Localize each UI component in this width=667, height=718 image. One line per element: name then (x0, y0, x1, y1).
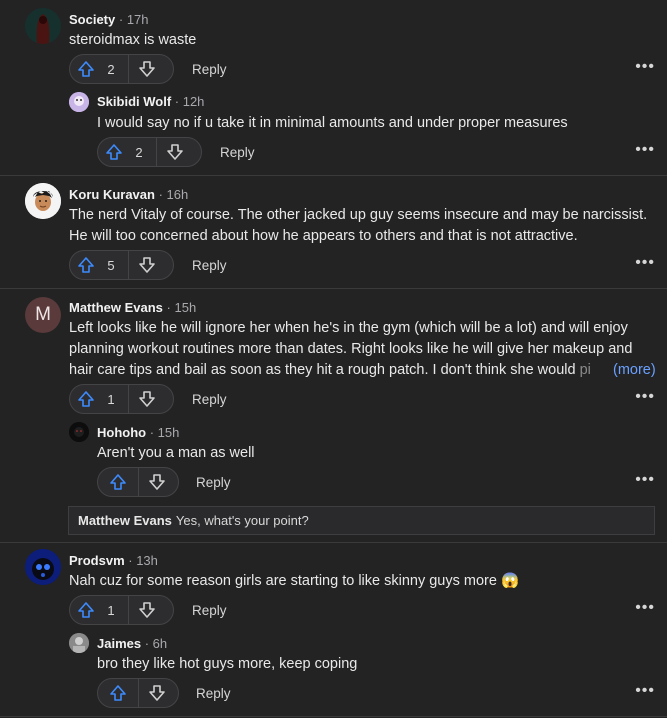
more-options-icon[interactable]: ••• (635, 682, 655, 700)
vote-count: 2 (107, 61, 115, 77)
downvote-icon[interactable] (157, 138, 193, 166)
avatar-letter: M (35, 304, 51, 325)
upvote-icon[interactable] (98, 679, 138, 707)
reply-header: Skibidi Wolf · 12h (97, 94, 205, 109)
timestamp: 6h (152, 636, 168, 651)
reply-button[interactable]: Reply (192, 603, 227, 618)
timestamp: 15h (157, 425, 180, 440)
avatar-society[interactable] (25, 8, 61, 44)
more-options-icon[interactable]: ••• (635, 471, 655, 489)
vote-count: 5 (107, 257, 115, 273)
vote-bar (97, 467, 179, 497)
upvote-icon[interactable] (70, 251, 102, 279)
timestamp: 13h (136, 553, 158, 568)
comment-text: Nah cuz for some reason girls are starti… (69, 571, 519, 592)
reply-button[interactable]: Reply (196, 475, 231, 490)
author-name[interactable]: Skibidi Wolf (97, 94, 171, 109)
author-name[interactable]: Society (69, 12, 115, 27)
avatar-jaimes[interactable] (69, 633, 89, 653)
vote-bar: 2 (97, 137, 202, 167)
timestamp: 15h (174, 300, 197, 315)
more-options-icon[interactable]: ••• (635, 254, 655, 272)
reply-button[interactable]: Reply (196, 686, 231, 701)
avatar-koru-kuravan[interactable] (25, 183, 61, 219)
divider (0, 716, 667, 717)
comment-text: Left looks like he will ignore her when … (69, 318, 659, 381)
timestamp: 12h (182, 94, 205, 109)
upvote-icon[interactable] (70, 596, 102, 624)
comment-text: The nerd Vitaly of course. The other jac… (69, 207, 648, 244)
vote-bar: 1 (69, 384, 174, 414)
reply-text: I would say no if u take it in minimal a… (97, 115, 568, 131)
reply-button[interactable]: Reply (192, 258, 227, 273)
comment-text-main: Left looks like he will ignore her when … (69, 320, 633, 378)
vote-bar (97, 678, 179, 708)
divider (0, 288, 667, 289)
avatar-skibidi-wolf[interactable] (69, 92, 89, 112)
author-name[interactable]: Matthew Evans (69, 300, 163, 315)
vote-count: 1 (107, 391, 115, 407)
avatar-hohoho[interactable] (69, 422, 89, 442)
more-options-icon[interactable]: ••• (635, 141, 655, 159)
downvote-icon[interactable] (139, 679, 175, 707)
downvote-icon[interactable] (129, 596, 165, 624)
quoted-comment[interactable]: Matthew Evans Yes, what's your point? (68, 506, 655, 535)
downvote-icon[interactable] (129, 385, 165, 413)
comment-header: Matthew Evans · 15h (69, 300, 197, 315)
vote-bar: 5 (69, 250, 174, 280)
reply-button[interactable]: Reply (192, 62, 227, 77)
divider (0, 175, 667, 176)
comment-text: steroidmax is waste (69, 32, 197, 48)
comment-header: Koru Kuravan · 16h (69, 187, 189, 202)
upvote-icon[interactable] (98, 138, 130, 166)
reply-header: Jaimes · 6h (97, 636, 168, 651)
more-options-icon[interactable]: ••• (635, 599, 655, 617)
more-link[interactable]: (more) (611, 360, 656, 381)
author-name[interactable]: Jaimes (97, 636, 141, 651)
more-options-icon[interactable]: ••• (635, 58, 655, 76)
comment-text-fade: pi (575, 362, 591, 378)
downvote-icon[interactable] (129, 55, 165, 83)
upvote-icon[interactable] (70, 385, 102, 413)
downvote-icon[interactable] (139, 468, 175, 496)
vote-count: 2 (135, 144, 143, 160)
comment-header: Prodsvm · 13h (69, 553, 158, 568)
avatar-prodsvm[interactable] (25, 549, 61, 585)
quoted-text: Yes, what's your point? (175, 513, 309, 528)
upvote-icon[interactable] (98, 468, 138, 496)
upvote-icon[interactable] (70, 55, 102, 83)
author-name[interactable]: Prodsvm (69, 553, 125, 568)
avatar-matthew-evans[interactable]: M (25, 297, 61, 333)
scream-emoji: 😱 (500, 573, 520, 589)
downvote-icon[interactable] (129, 251, 165, 279)
author-name[interactable]: Hohoho (97, 425, 146, 440)
quoted-author: Matthew Evans (78, 513, 172, 528)
more-options-icon[interactable]: ••• (635, 388, 655, 406)
comment-text-main: Nah cuz for some reason girls are starti… (69, 573, 497, 589)
vote-bar: 2 (69, 54, 174, 84)
author-name[interactable]: Koru Kuravan (69, 187, 155, 202)
reply-button[interactable]: Reply (192, 392, 227, 407)
vote-bar: 1 (69, 595, 174, 625)
timestamp: 17h (126, 12, 149, 27)
timestamp: 16h (166, 187, 189, 202)
comment-header: Society · 17h (69, 12, 149, 27)
reply-button[interactable]: Reply (220, 145, 255, 160)
reply-header: Hohoho · 15h (97, 425, 180, 440)
vote-count: 1 (107, 602, 115, 618)
reply-text: bro they like hot guys more, keep coping (97, 656, 358, 672)
reply-text: Aren't you a man as well (97, 445, 255, 461)
divider (0, 542, 667, 543)
